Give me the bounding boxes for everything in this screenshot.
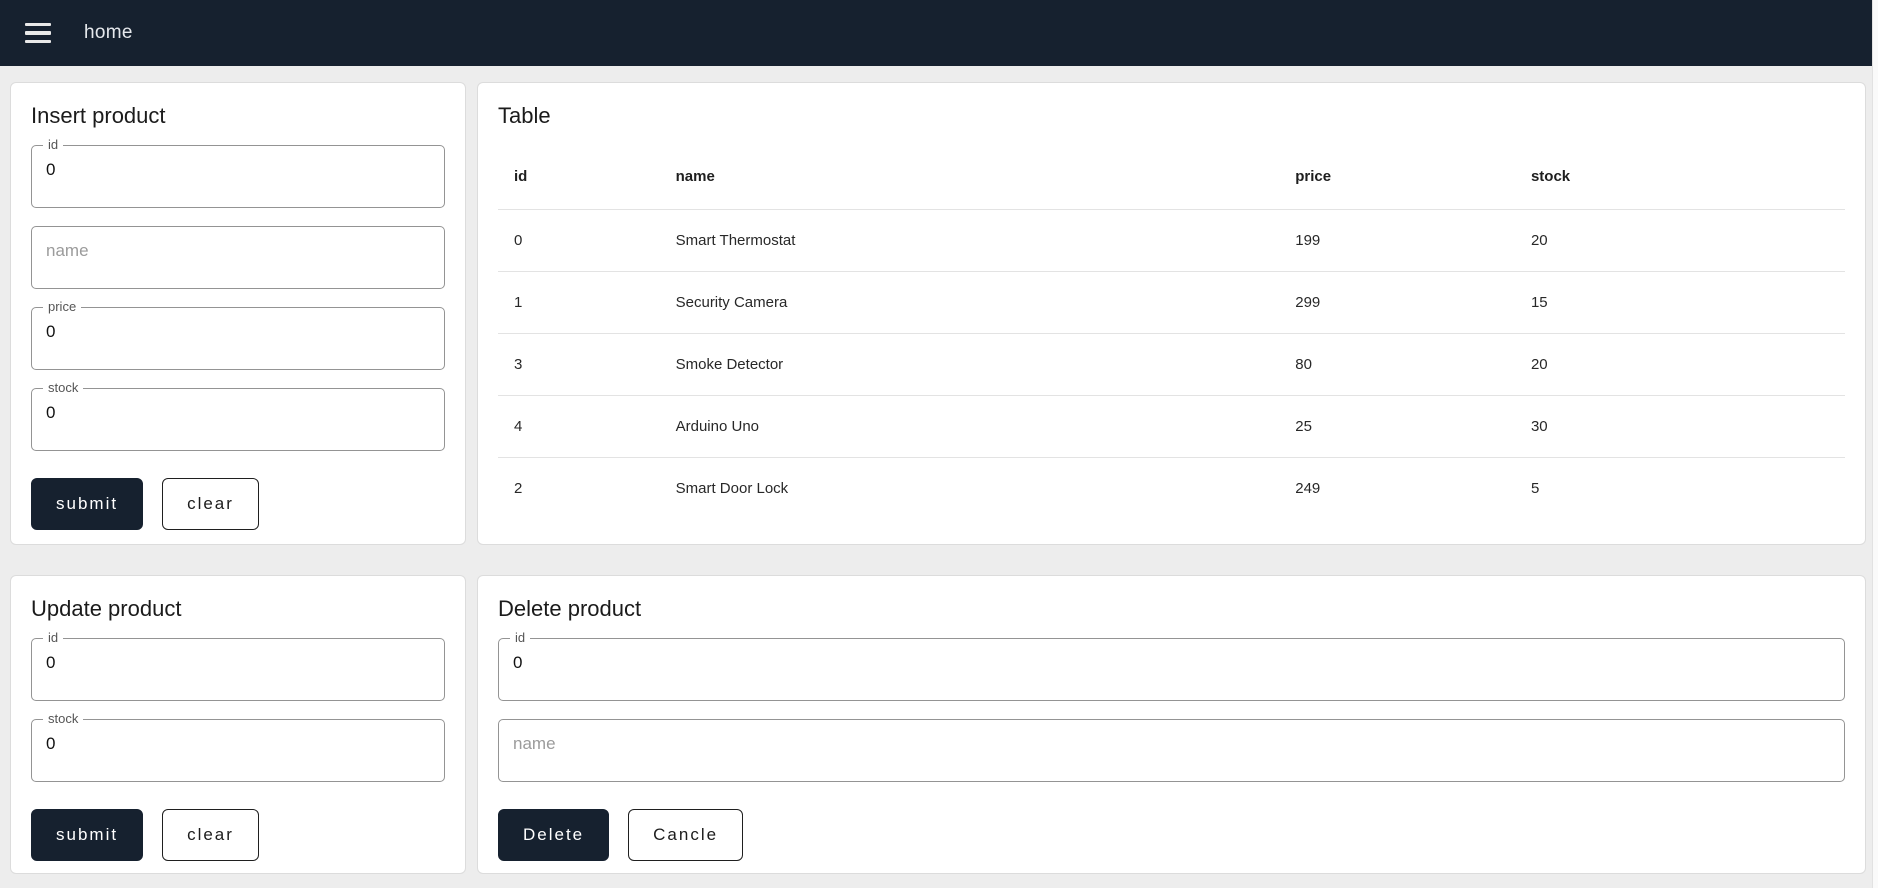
insert-clear-button[interactable]: clear <box>162 478 259 530</box>
table-row: 4 Arduino Uno 25 30 <box>498 395 1845 458</box>
table-header-row: id name price stock <box>498 145 1845 210</box>
cell-stock: 5 <box>1530 479 1540 497</box>
delete-id-input[interactable] <box>498 638 1845 701</box>
update-clear-button[interactable]: clear <box>162 809 259 861</box>
cell-price: 249 <box>1295 479 1321 497</box>
cell-name: Security Camera <box>659 271 1280 334</box>
cell-stock: 20 <box>1514 209 1845 272</box>
update-stock-label: stock <box>43 711 84 726</box>
cell-name: Arduino Uno <box>659 395 1280 458</box>
insert-price-field: price <box>31 299 445 370</box>
table-title: Table <box>498 103 551 128</box>
insert-product-card: Insert product id price stock submit cle… <box>10 82 466 545</box>
cell-id: 0 <box>498 209 660 272</box>
column-header-stock: stock <box>1514 145 1845 210</box>
column-header-price: price <box>1279 145 1515 210</box>
insert-id-input[interactable] <box>31 145 445 208</box>
update-stock-input[interactable] <box>31 719 445 782</box>
cell-stock: 15 <box>1514 271 1845 334</box>
cell-price: 25 <box>1279 395 1515 458</box>
insert-stock-input[interactable] <box>31 388 445 451</box>
table-card: Table id name price stock 0 Smart Thermo… <box>477 82 1866 545</box>
menu-button[interactable] <box>14 9 62 57</box>
insert-id-label: id <box>43 137 64 152</box>
cell-name: Smart Door Lock <box>675 479 789 497</box>
insert-price-input[interactable] <box>31 307 445 370</box>
products-table: id name price stock 0 Smart Thermostat 1… <box>498 145 1845 519</box>
insert-buttons: submit clear <box>31 478 445 530</box>
update-submit-button[interactable]: submit <box>31 809 144 861</box>
cancel-button[interactable]: Cancle <box>628 809 744 861</box>
cell-id: 3 <box>498 333 660 396</box>
insert-stock-label: stock <box>43 380 84 395</box>
insert-submit-button[interactable]: submit <box>31 478 144 530</box>
cell-price: 299 <box>1279 271 1515 334</box>
cell-price: 80 <box>1279 333 1515 396</box>
insert-product-title: Insert product <box>31 103 166 128</box>
update-product-card: Update product id stock submit clear <box>10 575 466 874</box>
delete-buttons: Delete Cancle <box>498 809 1845 861</box>
cell-stock: 20 <box>1514 333 1845 396</box>
delete-product-title: Delete product <box>498 596 642 621</box>
update-id-input[interactable] <box>31 638 445 701</box>
page-title: home <box>84 22 133 43</box>
delete-button[interactable]: Delete <box>498 809 610 861</box>
update-product-title: Update product <box>31 596 182 621</box>
cell-id: 4 <box>498 395 660 458</box>
vertical-scrollbar[interactable] <box>1872 0 1878 888</box>
delete-name-input[interactable] <box>498 719 1845 782</box>
cell-id: 2 <box>514 479 523 497</box>
delete-name-field <box>498 719 1845 782</box>
insert-name-field <box>31 226 445 289</box>
insert-stock-field: stock <box>31 380 445 451</box>
delete-id-field: id <box>498 630 1845 701</box>
update-id-field: id <box>31 630 445 701</box>
appbar: home <box>0 0 1872 66</box>
column-header-name: name <box>659 145 1280 210</box>
update-id-label: id <box>43 630 64 645</box>
cell-price: 199 <box>1279 209 1515 272</box>
cell-name: Smart Thermostat <box>659 209 1280 272</box>
table-row: 0 Smart Thermostat 199 20 <box>498 209 1845 272</box>
cell-stock: 30 <box>1514 395 1845 458</box>
delete-product-card: Delete product id Delete Cancle <box>477 575 1866 874</box>
update-buttons: submit clear <box>31 809 445 861</box>
hamburger-icon <box>25 22 51 27</box>
column-header-id: id <box>498 145 660 210</box>
delete-id-label: id <box>510 630 531 645</box>
insert-name-input[interactable] <box>31 226 445 289</box>
insert-price-label: price <box>43 299 82 314</box>
main-content: Insert product id price stock submit cle… <box>10 82 1866 874</box>
cell-id: 1 <box>498 271 660 334</box>
table-row: 1 Security Camera 299 15 <box>498 271 1845 334</box>
insert-id-field: id <box>31 137 445 208</box>
cell-name: Smoke Detector <box>659 333 1280 396</box>
table-row: 2 Smart Door Lock 249 5 <box>498 457 1845 519</box>
update-stock-field: stock <box>31 711 445 782</box>
table-row: 3 Smoke Detector 80 20 <box>498 333 1845 396</box>
